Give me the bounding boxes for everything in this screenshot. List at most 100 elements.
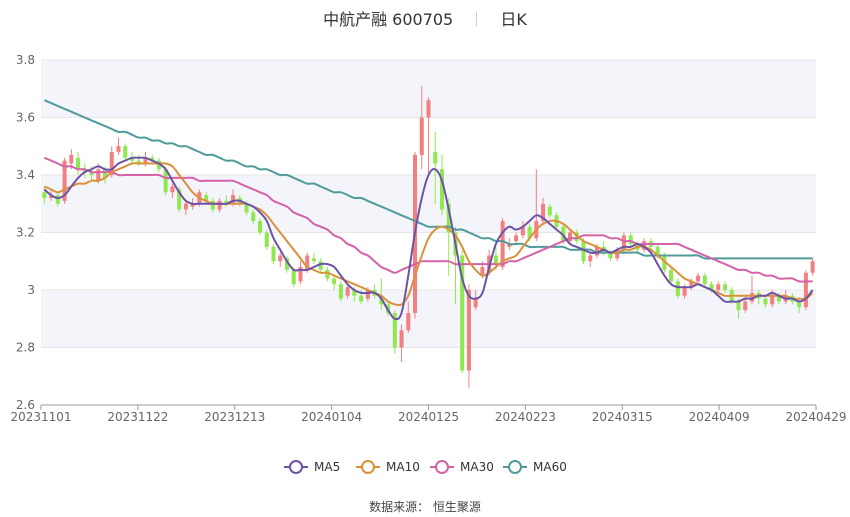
data-source: 数据来源： 恒生聚源 [369,500,481,514]
candle [588,252,593,267]
chart-root: 中航产融 600705 日K 2.6 2.8 3 3.2 3.4 3.6 3.8 20231… [0,0,850,517]
legend-item[interactable]: MA5 [284,460,340,474]
candle-body [426,100,431,118]
candle [696,272,701,285]
candle-body [493,255,498,265]
candle-body [170,186,175,193]
candle-body [736,301,741,311]
candle-body [96,169,101,181]
legend-marker [289,460,303,474]
x-tick-label: 20240409 [689,410,750,424]
candle-body [264,232,269,247]
y-tick-label: 2.8 [16,341,35,355]
candle [628,232,633,247]
legend-label: MA60 [533,460,567,474]
y-tick-label: 3.2 [16,226,35,240]
candle-body [702,275,707,285]
candle [264,229,269,250]
candle [702,272,707,288]
candle-body [338,284,343,299]
candle [338,281,343,302]
y-tick-label: 3 [27,283,35,297]
legend-item[interactable]: MA30 [430,460,494,474]
candle [810,258,815,276]
candle-body [55,195,60,204]
legend-label: MA5 [314,460,340,474]
grid-band [41,290,816,348]
candle-body [696,275,701,282]
legend-marker [508,460,522,474]
candle-body [763,298,768,305]
candle-body [433,152,438,164]
candle [278,252,283,267]
x-tick-label: 20240104 [301,410,362,424]
candle [466,284,471,388]
candle-body [359,295,364,302]
candle-body [251,212,256,221]
candle-body [311,258,316,262]
candle [332,275,337,290]
candle-body [514,235,519,242]
candle-body [669,269,674,282]
candle-body [217,200,222,210]
candle-body [770,295,775,305]
candle-body [42,192,47,198]
candle [116,137,121,155]
legend-marker [361,460,375,474]
candle-body [69,154,74,164]
legend-item[interactable]: MA60 [503,460,567,474]
candle-body [210,200,215,210]
grid-band [41,175,816,233]
candle-body [568,232,573,242]
candle-body [116,146,121,152]
x-tick-label: 20240223 [495,410,556,424]
candle-body [675,281,680,296]
candle [76,152,81,175]
candle-body [399,330,404,348]
candle-body [332,278,337,285]
candle-body [278,255,283,262]
candle-body [466,290,471,371]
candle-body [271,246,276,262]
legend-item[interactable]: MA10 [356,460,420,474]
candlestick-chart: 2.62.833.23.43.63.8 20231101 20231122 2023… [10,53,847,474]
y-tick-label: 3.8 [16,53,35,67]
candle [311,252,316,265]
candle-body [588,255,593,262]
candle [271,244,276,265]
legend: MA5 MA10 MA30 MA60 [284,460,567,474]
candle-body [406,313,411,331]
candle [123,143,128,161]
candle [514,232,519,244]
candle [675,278,680,299]
legend-label: MA10 [386,460,420,474]
candle [298,261,303,285]
candle-body [803,272,808,308]
legend-marker [435,460,449,474]
candle-body [723,284,728,290]
y-tick-label: 3.6 [16,111,35,125]
candle-body [743,301,748,311]
candle-body [810,261,815,273]
x-tick-label: 20240429 [785,410,846,424]
candle-body [258,221,263,233]
legend-label: MA30 [460,460,494,474]
candle [136,154,141,167]
candle-body [628,235,633,244]
candle-body [76,157,81,170]
y-axis: 2.62.833.23.43.63.8 [16,53,35,412]
x-tick-label: 20231101 [10,410,71,424]
x-tick-label: 20231213 [204,410,265,424]
x-axis: 20231101 20231122 20231213 20240104 20240125… [10,404,847,424]
candle-body [716,284,721,290]
candle-body [183,203,188,210]
candle-body [473,298,478,308]
candle-body [291,269,296,285]
candle [803,269,808,311]
candle-body [123,146,128,158]
candle-body [682,287,687,296]
candle-body [419,117,424,155]
candle [426,97,431,175]
candle-body [547,206,552,216]
candle-body [345,287,350,296]
